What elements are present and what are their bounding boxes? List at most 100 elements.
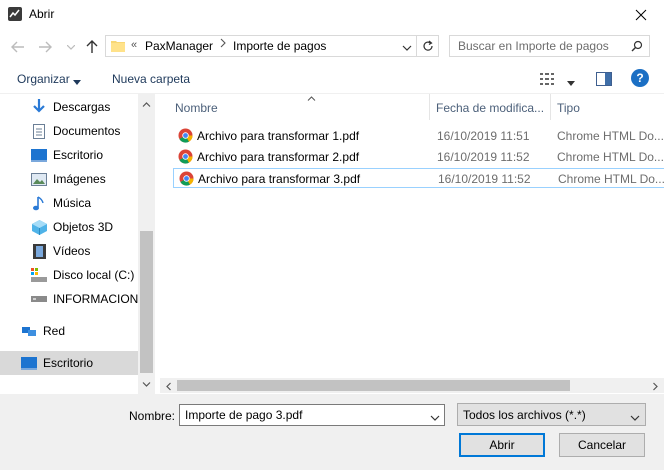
view-dropdown-icon[interactable] (567, 75, 575, 89)
search-placeholder: Buscar en Importe de pagos (458, 39, 609, 53)
file-type-filter[interactable]: Todos los archivos (*.*) (457, 403, 646, 426)
sidebar-item-escritorio-root[interactable]: Escritorio (0, 351, 138, 375)
music-icon (31, 195, 47, 211)
file-type: Chrome HTML Do... (558, 172, 664, 186)
new-folder-button[interactable]: Nueva carpeta (112, 72, 190, 86)
column-header-type[interactable]: Tipo (557, 94, 664, 120)
sidebar-item-label: Red (43, 324, 66, 338)
sidebar-item-label: Escritorio (53, 148, 104, 162)
chevron-up-icon (142, 101, 151, 107)
filename-label: Nombre: (129, 409, 176, 423)
sidebar-item-objetos-3d[interactable]: Objetos 3D (31, 215, 113, 239)
file-row-selected[interactable]: Archivo para transformar 3.pdf 16/10/201… (173, 168, 664, 188)
download-icon (31, 99, 47, 115)
address-dropdown[interactable] (402, 40, 412, 54)
chrome-icon (179, 171, 194, 186)
sort-ascending-icon (307, 94, 316, 103)
view-options-icon[interactable] (540, 72, 558, 89)
back-button[interactable] (9, 38, 27, 56)
breadcrumb-importe-de-pagos[interactable]: Importe de pagos (233, 39, 326, 53)
breadcrumb-separator (220, 38, 226, 51)
chrome-icon (178, 149, 193, 164)
sidebar-scrollbar-thumb[interactable] (140, 231, 153, 373)
filename-input[interactable]: Importe de pago 3.pdf (179, 404, 445, 426)
chevron-down-icon[interactable] (430, 410, 440, 424)
sidebar-item-disco-local[interactable]: Disco local (C:) (31, 263, 134, 287)
desktop-icon (31, 147, 47, 163)
sidebar-item-documentos[interactable]: Documentos (31, 119, 120, 143)
refresh-button[interactable] (416, 36, 438, 56)
close-icon (635, 9, 647, 21)
sidebar-item-label: Descargas (53, 100, 111, 114)
drive-icon (31, 291, 47, 307)
documents-icon (31, 123, 47, 139)
sidebar-item-descargas[interactable]: Descargas (31, 95, 110, 119)
help-icon[interactable]: ? (631, 69, 649, 87)
network-icon (21, 323, 37, 339)
navigation-pane: Descargas Documentos Escritorio Imágenes… (0, 94, 155, 394)
file-name: Archivo para transformar 2.pdf (197, 150, 360, 164)
preview-pane-icon[interactable] (596, 72, 612, 89)
cancel-button[interactable]: Cancelar (559, 433, 645, 457)
sidebar-item-red[interactable]: Red (21, 319, 65, 343)
column-header-label: Fecha de modifica... (436, 101, 545, 115)
arrow-right-icon (39, 41, 52, 53)
close-button[interactable] (618, 0, 664, 30)
column-header-label: Nombre (175, 101, 218, 115)
sidebar-item-label: INFORMACION (53, 292, 139, 306)
title-bar: Abrir (0, 0, 664, 30)
scroll-up-button[interactable] (140, 98, 153, 110)
recent-locations-button[interactable] (62, 38, 80, 56)
file-date: 16/10/2019 11:52 (438, 172, 531, 186)
sidebar-item-videos[interactable]: Vídeos (31, 239, 90, 263)
sidebar-item-label: Escritorio (43, 356, 94, 370)
horizontal-scrollbar-thumb[interactable] (177, 380, 570, 391)
file-list: Nombre Fecha de modifica... Tipo Archivo… (165, 94, 664, 394)
sidebar-item-label: Imágenes (53, 172, 106, 186)
filename-value: Importe de pago 3.pdf (185, 408, 303, 422)
sidebar-item-imagenes[interactable]: Imágenes (31, 167, 106, 191)
file-type-filter-value: Todos los archivos (*.*) (463, 408, 586, 422)
chevron-down-icon (402, 45, 412, 51)
sidebar-item-musica[interactable]: Música (31, 191, 91, 215)
chevron-down-icon (630, 410, 640, 424)
sidebar-item-label: Música (53, 196, 92, 210)
window-title: Abrir (29, 7, 55, 21)
organize-button[interactable]: Organizar (17, 72, 70, 86)
file-type: Chrome HTML Do... (557, 150, 663, 164)
file-row[interactable]: Archivo para transformar 2.pdf 16/10/201… (173, 147, 664, 167)
scroll-right-button[interactable] (649, 380, 662, 392)
chevron-down-icon (142, 381, 151, 387)
sidebar-item-label: Vídeos (53, 244, 91, 258)
app-icon (8, 7, 22, 21)
column-header-date[interactable]: Fecha de modifica... (436, 94, 551, 120)
desktop-icon (21, 355, 37, 371)
sidebar-item-informacion[interactable]: INFORMACION (31, 287, 138, 311)
address-overflow[interactable]: « (131, 39, 137, 51)
forward-button[interactable] (36, 38, 54, 56)
file-row[interactable]: Archivo para transformar 1.pdf 16/10/201… (173, 126, 664, 146)
address-bar[interactable]: « PaxManager Importe de pagos (105, 35, 439, 57)
command-bar: Organizar Nueva carpeta ? (0, 64, 664, 94)
breadcrumb-paxmanager[interactable]: PaxManager (145, 39, 213, 53)
column-header-label: Tipo (557, 101, 580, 115)
search-icon (631, 40, 643, 55)
chevron-left-icon (166, 382, 171, 390)
arrow-left-icon (11, 41, 24, 53)
open-button[interactable]: Abrir (459, 433, 545, 457)
local-disk-icon (31, 267, 47, 283)
chevron-right-icon (220, 38, 226, 48)
sidebar-item-label: Disco local (C:) (53, 268, 135, 282)
scroll-down-button[interactable] (140, 378, 153, 390)
search-input[interactable]: Buscar en Importe de pagos (449, 35, 650, 57)
pictures-icon (31, 171, 47, 187)
sidebar-item-label: Objetos 3D (53, 220, 114, 234)
sidebar-item-escritorio[interactable]: Escritorio (31, 143, 103, 167)
chevron-down-icon (67, 44, 75, 50)
up-button[interactable] (83, 38, 101, 56)
objects-3d-icon (31, 219, 47, 235)
scroll-left-button[interactable] (162, 380, 175, 392)
folder-icon (111, 39, 125, 52)
column-header-name[interactable]: Nombre (175, 94, 430, 120)
refresh-icon (422, 40, 433, 51)
